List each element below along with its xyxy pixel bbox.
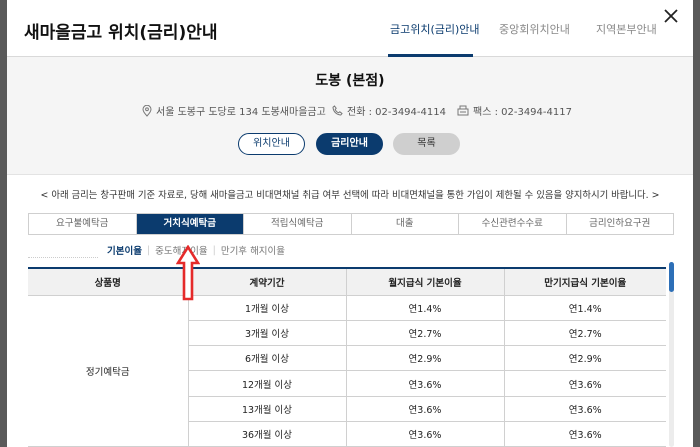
header-maturity-rate: 만기지급식 기본이율 xyxy=(504,269,666,296)
fax-text: 팩스 : 02-3494-4117 xyxy=(473,107,572,118)
branch-phone: 전화 : 02-3494-4114 xyxy=(332,103,446,118)
subtab-base-rate[interactable]: 기본이율 xyxy=(107,243,142,257)
period-cell: 3개월 이상 xyxy=(188,320,347,347)
branch-name: 도봉 (본점) xyxy=(315,73,385,89)
close-icon xyxy=(664,9,678,23)
header-product-name: 상품명 xyxy=(28,269,189,296)
phone-icon xyxy=(332,105,343,116)
rate-info-modal: 새마을금고 위치(금리)안내 금고위치(금리)안내 중앙회위치안내 지역본부안내… xyxy=(7,0,693,447)
table-scrollbar[interactable] xyxy=(669,262,674,447)
maturity-rate-cell: 연2.7% xyxy=(504,320,666,347)
maturity-rate-cell: 연3.6% xyxy=(504,396,666,422)
table-header-row: 상품명 계약기간 월지급식 기본이율 만기지급식 기본이율 xyxy=(28,269,666,296)
maturity-rate-cell: 연1.4% xyxy=(504,295,666,321)
period-cell: 12개월 이상 xyxy=(188,370,347,397)
scrollbar-thumb[interactable] xyxy=(669,262,674,292)
rate-table: 상품명 계약기간 월지급식 기본이율 만기지급식 기본이율 정기예탁금 1개월 … xyxy=(28,269,666,447)
tab-branch-location[interactable]: 금고위치(금리)안내 xyxy=(390,21,480,37)
close-button[interactable] xyxy=(661,6,681,26)
maturity-rate-cell: 연3.6% xyxy=(504,421,666,447)
fax-icon xyxy=(457,105,469,116)
monthly-rate-cell: 연3.6% xyxy=(346,421,505,447)
maturity-rate-cell: 연3.6% xyxy=(504,370,666,397)
rate-notice: < 아래 금리는 창구판매 기준 자료로, 당해 새마을금고 비대면채널 취급 … xyxy=(40,190,660,201)
header-contract-period: 계약기간 xyxy=(188,269,347,296)
tab-central-location[interactable]: 중앙회위치안내 xyxy=(499,21,570,37)
tab-installment-deposit[interactable]: 적립식예탁금 xyxy=(244,214,352,234)
map-pin-icon xyxy=(142,104,152,117)
phone-text: 전화 : 02-3494-4114 xyxy=(347,107,446,118)
branch-address: 서울 도봉구 도당로 134 도봉새마을금고 xyxy=(142,103,326,118)
product-tabs: 요구불예탁금 거치식예탁금 적립식예탁금 대출 수신관련수수료 금리인하요구권 xyxy=(28,213,674,235)
monthly-rate-cell: 연2.9% xyxy=(346,345,505,372)
tab-regional-office[interactable]: 지역본부안내 xyxy=(596,21,657,37)
tab-loan[interactable]: 대출 xyxy=(352,214,459,234)
monthly-rate-cell: 연3.6% xyxy=(346,370,505,397)
subtab-separator: | xyxy=(212,244,216,256)
period-cell: 13개월 이상 xyxy=(188,396,347,422)
rate-table-container: 상품명 계약기간 월지급식 기본이율 만기지급식 기본이율 정기예탁금 1개월 … xyxy=(28,267,666,447)
period-cell: 1개월 이상 xyxy=(188,295,347,321)
modal-header: 새마을금고 위치(금리)안내 금고위치(금리)안내 중앙회위치안내 지역본부안내 xyxy=(7,0,693,57)
tab-time-deposit[interactable]: 거치식예탁금 xyxy=(136,214,244,234)
table-row: 정기예탁금 1개월 이상 연1.4% 연1.4% xyxy=(28,295,666,447)
period-cell: 6개월 이상 xyxy=(188,345,347,372)
monthly-rate-cell: 연1.4% xyxy=(346,295,505,321)
address-text: 서울 도봉구 도당로 134 도봉새마을금고 xyxy=(156,107,326,118)
modal-title: 새마을금고 위치(금리)안내 xyxy=(24,23,218,43)
monthly-rate-cell: 연2.7% xyxy=(346,320,505,347)
subtab-separator: | xyxy=(146,244,151,256)
product-name-cell: 정기예탁금 xyxy=(28,295,189,447)
list-button[interactable]: 목록 xyxy=(393,133,460,155)
red-arrow-annotation xyxy=(176,245,200,301)
maturity-rate-cell: 연2.9% xyxy=(504,345,666,372)
location-button[interactable]: 위치안내 xyxy=(238,133,305,155)
header-monthly-rate: 월지급식 기본이율 xyxy=(346,269,505,296)
dotted-divider xyxy=(28,257,98,258)
tab-rate-cut-right[interactable]: 금리인하요구권 xyxy=(567,214,674,234)
subtab-post-maturity-rate[interactable]: 만기후 해지이율 xyxy=(221,243,285,257)
rates-button[interactable]: 금리안내 xyxy=(316,133,383,155)
tab-demand-deposit[interactable]: 요구불예탁금 xyxy=(29,214,137,234)
period-cell: 36개월 이상 xyxy=(188,421,347,447)
branch-info-box: 도봉 (본점) 서울 도봉구 도당로 134 도봉새마을금고 전화 : 02-3… xyxy=(7,57,693,175)
monthly-rate-cell: 연3.6% xyxy=(346,396,505,422)
branch-fax: 팩스 : 02-3494-4117 xyxy=(457,103,572,118)
tab-deposit-fees[interactable]: 수신관련수수료 xyxy=(459,214,567,234)
